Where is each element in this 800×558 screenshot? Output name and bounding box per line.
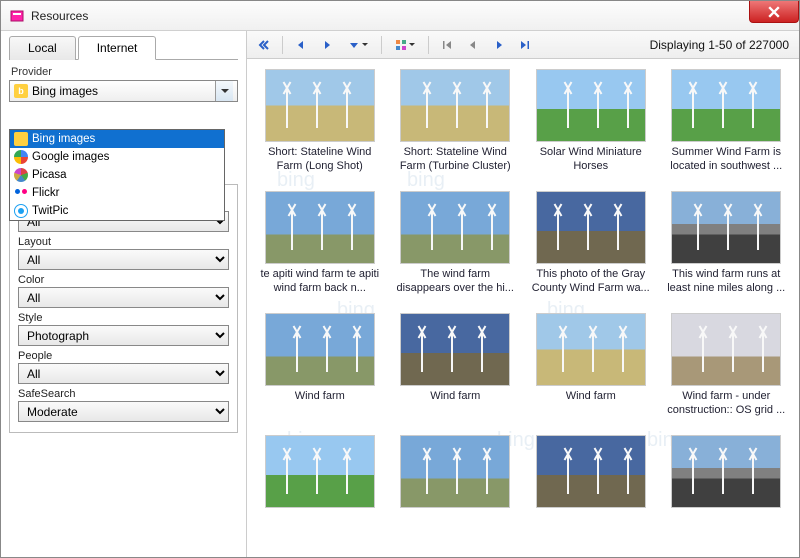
rewind-button[interactable] [253,34,275,56]
result-thumbnail[interactable] [536,435,646,508]
google-icon [14,150,28,164]
toolbar-separator [428,36,429,54]
bing-icon: b [14,84,28,98]
toolbar-separator [381,36,382,54]
provider-label: Provider [11,66,238,78]
tab-internet[interactable]: Internet [78,36,157,60]
provider-option-google[interactable]: Google images [10,148,224,166]
left-panel: Local Internet Provider b Bing images Bi… [1,31,247,557]
result-thumbnail[interactable] [400,69,510,142]
result-item[interactable]: Wind farm [391,311,521,427]
result-caption: Wind farm [430,390,480,418]
result-item[interactable] [391,433,521,549]
provider-option-flickr[interactable]: Flickr [10,184,224,202]
result-item[interactable]: This photo of the Gray County Wind Farm … [526,189,656,305]
result-thumbnail[interactable] [671,69,781,142]
twitpic-icon [14,204,28,218]
result-caption: Solar Wind Miniature Horses [531,146,651,174]
provider-dropdown[interactable]: Bing images Google images Picasa Flickr … [9,129,225,221]
result-item[interactable]: Wind farm - under construction:: OS grid… [662,311,792,427]
app-icon [9,8,25,24]
first-page-button[interactable] [436,34,458,56]
result-item[interactable]: This wind farm runs at least nine miles … [662,189,792,305]
source-tabs: Local Internet [9,35,238,60]
result-thumbnail[interactable] [400,435,510,508]
results-status: Displaying 1-50 of 227000 [650,38,793,52]
layout-select[interactable]: All [18,249,229,270]
color-select[interactable]: All [18,287,229,308]
results-grid[interactable]: bing bing bing bing bing bing bing Short… [247,59,799,557]
provider-combo[interactable]: b Bing images [9,80,238,102]
result-caption: Short: Stateline Wind Farm (Turbine Clus… [395,146,515,174]
result-item[interactable]: Short: Stateline Wind Farm (Turbine Clus… [391,67,521,183]
result-caption: This photo of the Gray County Wind Farm … [531,268,651,296]
result-item[interactable] [662,433,792,549]
close-button[interactable] [749,1,799,23]
right-panel: Displaying 1-50 of 227000 bing bing bing… [247,31,799,557]
forward-button[interactable] [316,34,338,56]
window-title: Resources [31,9,88,23]
result-item[interactable]: Solar Wind Miniature Horses [526,67,656,183]
picasa-icon [14,168,28,182]
layout-label: Layout [18,236,229,248]
result-item[interactable] [526,433,656,549]
provider-option-twitpic[interactable]: TwitPic [10,202,224,220]
prev-page-button[interactable] [462,34,484,56]
result-item[interactable]: Summer Wind Farm is located in southwest… [662,67,792,183]
result-item[interactable]: Short: Stateline Wind Farm (Long Shot) [255,67,385,183]
result-caption: This wind farm runs at least nine miles … [666,268,786,296]
result-thumbnail[interactable] [265,69,375,142]
result-caption: Wind farm - under construction:: OS grid… [666,390,786,418]
provider-option-bing[interactable]: Bing images [10,130,224,148]
next-page-button[interactable] [488,34,510,56]
provider-option-picasa[interactable]: Picasa [10,166,224,184]
result-thumbnail[interactable] [536,69,646,142]
safesearch-label: SafeSearch [18,388,229,400]
result-item[interactable]: Wind farm [255,311,385,427]
back-button[interactable] [290,34,312,56]
people-select[interactable]: All [18,363,229,384]
result-item[interactable] [255,433,385,549]
flickr-icon [14,186,28,200]
result-thumbnail[interactable] [536,313,646,386]
chevron-down-icon[interactable] [215,81,233,101]
color-label: Color [18,274,229,286]
result-thumbnail[interactable] [265,191,375,264]
result-thumbnail[interactable] [671,435,781,508]
result-item[interactable]: te apiti wind farm te apiti wind farm ba… [255,189,385,305]
result-caption: te apiti wind farm te apiti wind farm ba… [260,268,380,296]
result-caption: Short: Stateline Wind Farm (Long Shot) [260,146,380,174]
result-thumbnail[interactable] [536,191,646,264]
results-toolbar: Displaying 1-50 of 227000 [247,31,799,59]
safesearch-select[interactable]: Moderate [18,401,229,422]
view-menu-button[interactable] [389,34,421,56]
title-bar: Resources [1,1,799,31]
result-item[interactable]: The wind farm disappears over the hi... [391,189,521,305]
provider-selected: Bing images [32,84,215,98]
result-thumbnail[interactable] [265,435,375,508]
result-caption: Wind farm [295,390,345,418]
result-caption: Summer Wind Farm is located in southwest… [666,146,786,174]
result-thumbnail[interactable] [400,313,510,386]
last-page-button[interactable] [514,34,536,56]
result-item[interactable]: Wind farm [526,311,656,427]
result-caption: The wind farm disappears over the hi... [395,268,515,296]
style-select[interactable]: Photograph [18,325,229,346]
tab-local[interactable]: Local [9,36,76,60]
result-thumbnail[interactable] [265,313,375,386]
down-menu-button[interactable] [342,34,374,56]
result-caption: Wind farm [566,390,616,418]
result-thumbnail[interactable] [671,191,781,264]
people-label: People [18,350,229,362]
result-thumbnail[interactable] [400,191,510,264]
toolbar-separator [282,36,283,54]
result-thumbnail[interactable] [671,313,781,386]
style-label: Style [18,312,229,324]
bing-icon [14,132,28,146]
